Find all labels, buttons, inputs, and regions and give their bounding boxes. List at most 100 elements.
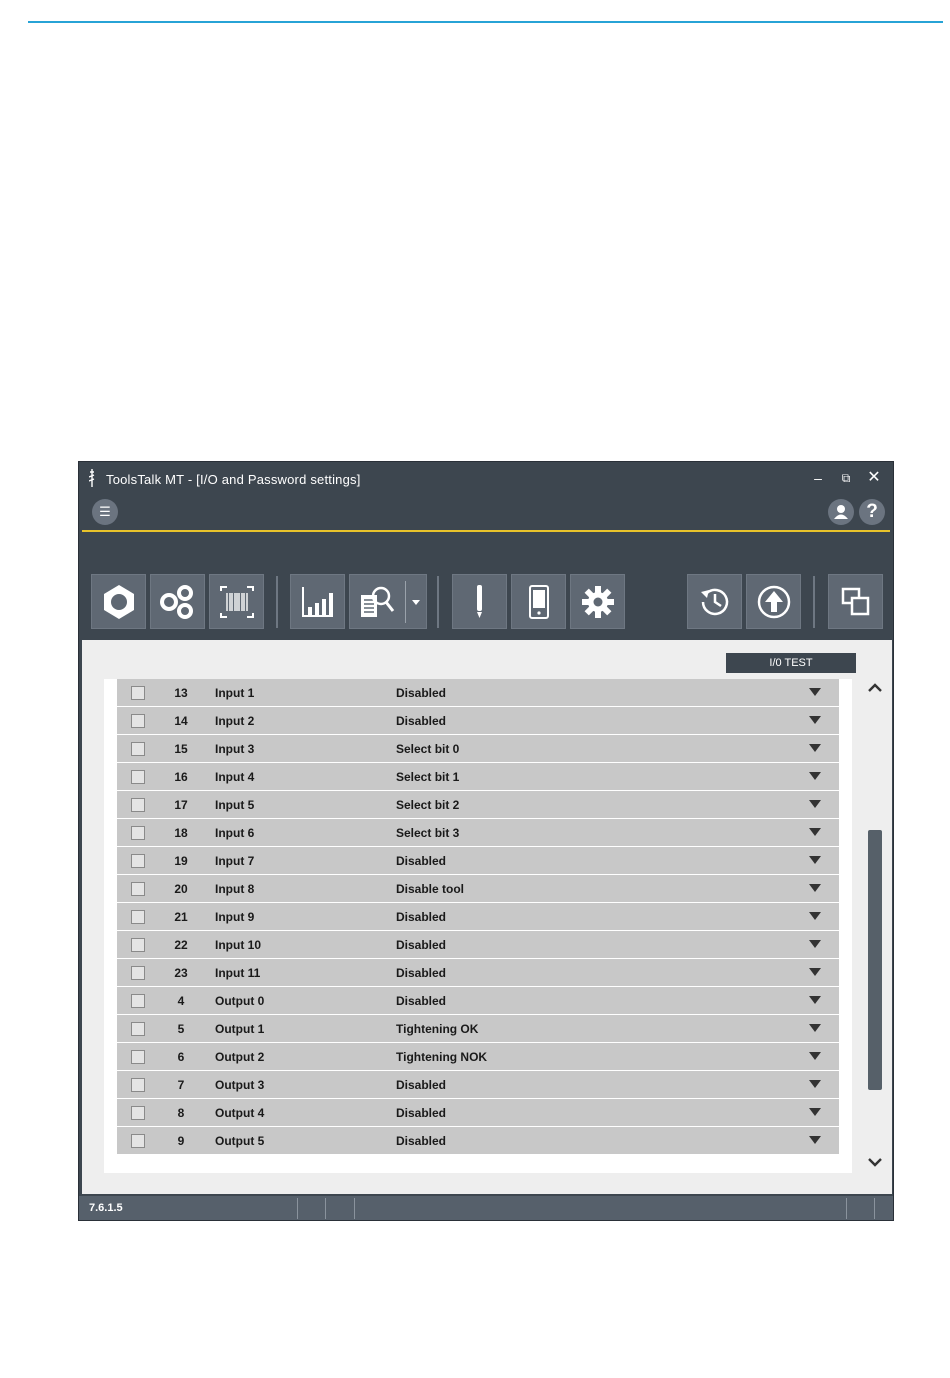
table-row: 20 Input 8 Disable tool	[117, 875, 839, 903]
row-function-value[interactable]: Select bit 0	[396, 742, 459, 756]
table-row: 8 Output 4 Disabled	[117, 1099, 839, 1127]
row-checkbox[interactable]	[131, 770, 145, 784]
row-checkbox[interactable]	[131, 742, 145, 756]
multi-tool-button[interactable]	[150, 574, 205, 629]
dropdown-arrow-icon[interactable]	[809, 1052, 821, 1060]
pen-button[interactable]	[452, 574, 507, 629]
table-row: 18 Input 6 Select bit 3	[117, 819, 839, 847]
row-function-value[interactable]: Disabled	[396, 686, 446, 700]
row-checkbox[interactable]	[131, 910, 145, 924]
dropdown-arrow-icon[interactable]	[809, 828, 821, 836]
history-button[interactable]	[687, 574, 742, 629]
row-function-value[interactable]: Disabled	[396, 1134, 446, 1148]
row-checkbox[interactable]	[131, 882, 145, 896]
io-test-button[interactable]: I/0 TEST	[726, 653, 856, 673]
search-documents-button[interactable]	[349, 574, 427, 629]
row-function-value[interactable]: Disabled	[396, 910, 446, 924]
scroll-down-icon[interactable]	[865, 1154, 885, 1170]
row-io-name: Input 5	[215, 798, 255, 812]
multi-gears-icon	[160, 585, 193, 619]
row-checkbox[interactable]	[131, 798, 145, 812]
menu-button[interactable]: ☰	[92, 499, 118, 525]
settings-button[interactable]	[570, 574, 625, 629]
mobile-device-button[interactable]	[511, 574, 566, 629]
scroll-up-icon[interactable]	[865, 680, 885, 696]
row-checkbox[interactable]	[131, 1134, 145, 1148]
row-checkbox[interactable]	[131, 686, 145, 700]
window-title: ToolsTalk MT - [I/O and Password setting…	[106, 472, 361, 487]
status-divider	[354, 1198, 355, 1219]
dropdown-arrow-icon[interactable]	[809, 1136, 821, 1144]
row-io-name: Output 0	[215, 994, 265, 1008]
dropdown-arrow-icon[interactable]	[809, 996, 821, 1004]
tool-nut-icon	[104, 585, 134, 619]
row-number: 15	[174, 742, 188, 756]
dropdown-arrow-icon[interactable]	[809, 856, 821, 864]
dropdown-arrow-icon[interactable]	[809, 968, 821, 976]
row-checkbox[interactable]	[131, 854, 145, 868]
user-button[interactable]	[828, 499, 854, 525]
row-checkbox[interactable]	[131, 994, 145, 1008]
scrollbar-thumb[interactable]	[868, 830, 882, 1090]
dropdown-arrow-icon[interactable]	[809, 1108, 821, 1116]
barcode-button[interactable]	[209, 574, 264, 629]
windows-icon	[841, 587, 870, 616]
row-checkbox[interactable]	[131, 1050, 145, 1064]
row-function-value[interactable]: Select bit 3	[396, 826, 459, 840]
row-function-value[interactable]: Disabled	[396, 714, 446, 728]
row-io-name: Input 7	[215, 854, 255, 868]
dropdown-arrow-icon[interactable]	[809, 884, 821, 892]
tool-button[interactable]	[91, 574, 146, 629]
dropdown-arrow-icon[interactable]	[411, 597, 421, 607]
upload-button[interactable]	[746, 574, 801, 629]
row-function-value[interactable]: Tightening OK	[396, 1022, 478, 1036]
results-chart-button[interactable]	[290, 574, 345, 629]
row-function-value[interactable]: Tightening NOK	[396, 1050, 487, 1064]
row-checkbox[interactable]	[131, 966, 145, 980]
row-function-value[interactable]: Disabled	[396, 854, 446, 868]
minimize-button[interactable]: ‒	[809, 469, 827, 487]
row-function-value[interactable]: Disabled	[396, 966, 446, 980]
dropdown-arrow-icon[interactable]	[809, 940, 821, 948]
bar-chart-icon	[302, 587, 333, 617]
row-function-value[interactable]: Disabled	[396, 994, 446, 1008]
menu-icon: ☰	[99, 504, 111, 519]
dropdown-arrow-icon[interactable]	[809, 688, 821, 696]
row-function-value[interactable]: Disabled	[396, 1078, 446, 1092]
table-row: 17 Input 5 Select bit 2	[117, 791, 839, 819]
windows-button[interactable]	[828, 574, 883, 629]
row-io-name: Input 2	[215, 714, 255, 728]
table-row: 7 Output 3 Disabled	[117, 1071, 839, 1099]
table-row: 19 Input 7 Disabled	[117, 847, 839, 875]
table-row: 13 Input 1 Disabled	[117, 679, 839, 707]
row-checkbox[interactable]	[131, 1106, 145, 1120]
dropdown-arrow-icon[interactable]	[809, 716, 821, 724]
status-divider	[846, 1198, 847, 1219]
row-checkbox[interactable]	[131, 1078, 145, 1092]
dropdown-arrow-icon[interactable]	[809, 912, 821, 920]
restore-button[interactable]: ⧉	[837, 469, 855, 487]
row-checkbox[interactable]	[131, 938, 145, 952]
row-io-name: Output 4	[215, 1106, 265, 1120]
dropdown-arrow-icon[interactable]	[809, 1024, 821, 1032]
row-function-value[interactable]: Select bit 2	[396, 798, 459, 812]
row-checkbox[interactable]	[131, 826, 145, 840]
close-button[interactable]: ✕	[865, 469, 883, 487]
row-function-value[interactable]: Disabled	[396, 938, 446, 952]
help-button[interactable]: ?	[859, 499, 885, 525]
row-function-value[interactable]: Disable tool	[396, 882, 464, 896]
row-number: 14	[174, 714, 188, 728]
dropdown-arrow-icon[interactable]	[809, 1080, 821, 1088]
toolbar-split-line	[405, 581, 406, 623]
dropdown-arrow-icon[interactable]	[809, 800, 821, 808]
help-icon: ?	[866, 501, 878, 522]
dropdown-arrow-icon[interactable]	[809, 744, 821, 752]
search-document-icon	[361, 586, 395, 617]
dropdown-arrow-icon[interactable]	[809, 772, 821, 780]
table-row: 9 Output 5 Disabled	[117, 1127, 839, 1155]
row-checkbox[interactable]	[131, 714, 145, 728]
row-checkbox[interactable]	[131, 1022, 145, 1036]
row-function-value[interactable]: Disabled	[396, 1106, 446, 1120]
row-function-value[interactable]: Select bit 1	[396, 770, 459, 784]
row-number: 22	[174, 938, 188, 952]
